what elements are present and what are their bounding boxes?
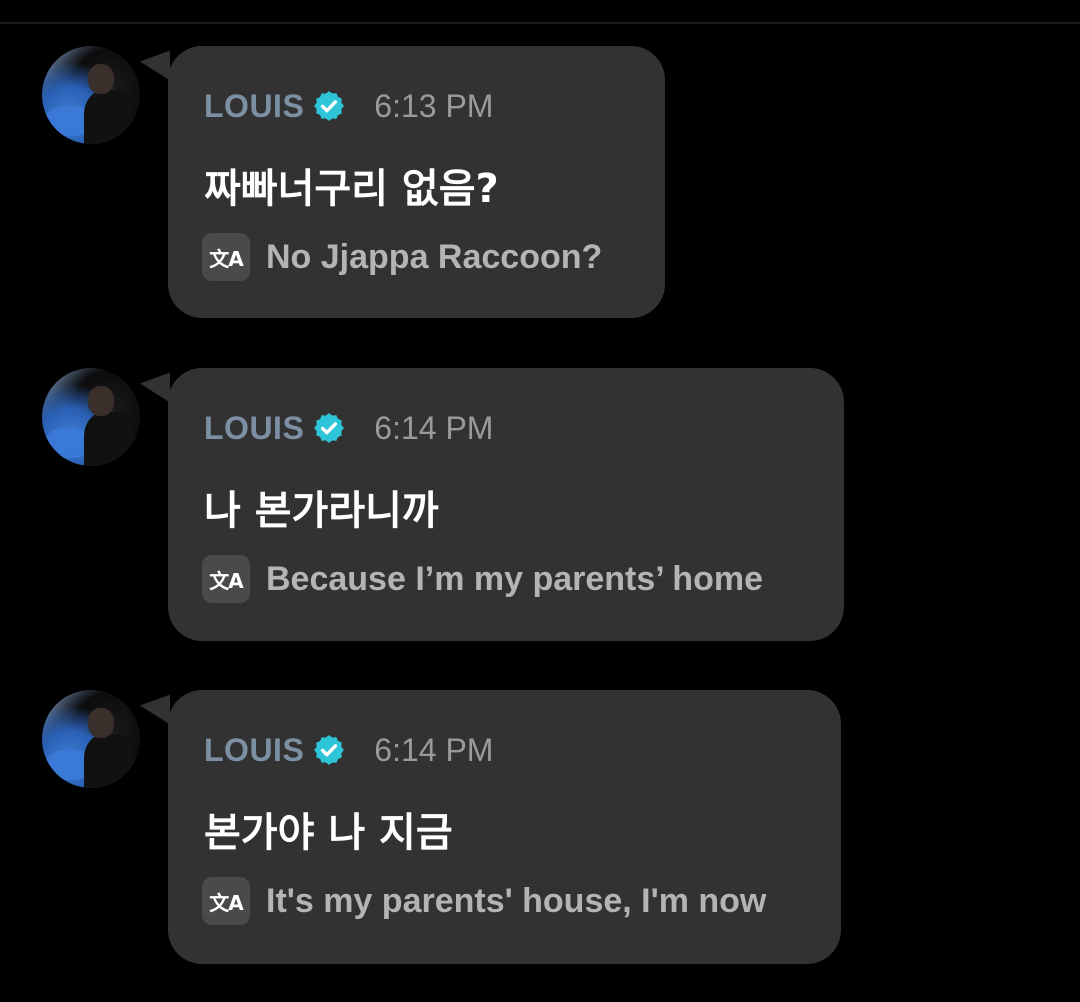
translation-row: 文A No Jjappa Raccoon? <box>202 232 602 282</box>
top-divider <box>0 0 1080 24</box>
user-avatar[interactable] <box>42 46 140 144</box>
username[interactable]: LOUIS <box>204 88 304 125</box>
user-avatar[interactable] <box>42 368 140 466</box>
message-timestamp: 6:14 PM <box>374 731 494 768</box>
translation-row: 文A Because I’m my parents’ home <box>202 554 763 604</box>
translate-icon[interactable]: 文A <box>202 555 250 603</box>
translation-row: 文A It's my parents' house, I'm now <box>202 876 766 926</box>
message-text: 본가야 나 지금 <box>204 810 453 856</box>
message-text: 짜빠너구리 없음? <box>204 166 499 212</box>
message-header: LOUIS 6:13 PM <box>204 86 493 126</box>
translation-text: No Jjappa Raccoon? <box>266 237 603 276</box>
message-header: LOUIS 6:14 PM <box>204 408 493 448</box>
message-timestamp: 6:14 PM <box>374 409 494 446</box>
verified-badge-icon <box>314 413 345 443</box>
message-bubble: LOUIS 6:14 PM 나 본가라니까 文A Because I’m my … <box>140 368 844 641</box>
message-text: 나 본가라니까 <box>204 488 439 534</box>
translation-text: Because I’m my parents’ home <box>266 559 763 598</box>
username[interactable]: LOUIS <box>204 732 304 769</box>
translate-icon[interactable]: 文A <box>202 877 250 925</box>
verified-badge-icon <box>314 735 345 765</box>
message-timestamp: 6:13 PM <box>374 87 494 124</box>
user-avatar[interactable] <box>42 690 140 788</box>
username[interactable]: LOUIS <box>204 410 304 447</box>
translation-text: It's my parents' house, I'm now <box>266 881 767 920</box>
message-bubble: LOUIS 6:13 PM 짜빠너구리 없음? 文A No Jjappa Rac… <box>140 46 665 318</box>
message-bubble: LOUIS 6:14 PM 본가야 나 지금 文A It's my parent… <box>140 690 841 964</box>
translate-icon[interactable]: 文A <box>202 233 250 281</box>
message-header: LOUIS 6:14 PM <box>204 730 493 770</box>
verified-badge-icon <box>314 91 345 121</box>
